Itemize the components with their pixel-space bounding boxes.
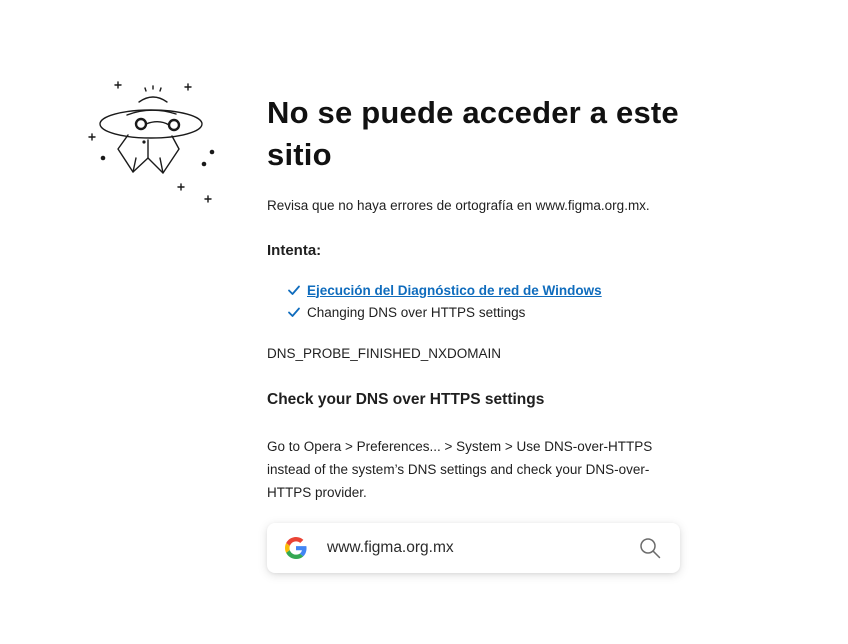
checkmark-icon [288, 307, 300, 317]
dns-settings-suggestion: Changing DNS over HTTPS settings [307, 304, 526, 320]
checkmark-icon [288, 285, 300, 295]
try-heading: Intenta: [267, 242, 322, 259]
google-g-icon [285, 537, 307, 559]
ufo-illustration [88, 81, 215, 203]
error-content: No se puede acceder a este sitio Revisa … [267, 92, 687, 504]
error-code: DNS_PROBE_FINISHED_NXDOMAIN [267, 346, 502, 361]
page-title: No se puede acceder a este sitio [267, 95, 679, 172]
spelling-hint: Revisa que no haya errores de ortografía… [267, 198, 650, 213]
suggestion-item: Changing DNS over HTTPS settings [287, 301, 687, 323]
search-box[interactable] [267, 523, 680, 573]
dns-instructions: Go to Opera > Preferences... > System > … [267, 439, 653, 500]
search-icon[interactable] [638, 536, 662, 560]
suggestion-list: Ejecución del Diagnóstico de red de Wind… [287, 279, 687, 323]
dns-heading: Check your DNS over HTTPS settings [267, 391, 545, 408]
network-diagnostics-link[interactable]: Ejecución del Diagnóstico de red de Wind… [307, 283, 602, 298]
suggestion-item: Ejecución del Diagnóstico de red de Wind… [287, 279, 687, 301]
search-input[interactable] [327, 539, 638, 557]
